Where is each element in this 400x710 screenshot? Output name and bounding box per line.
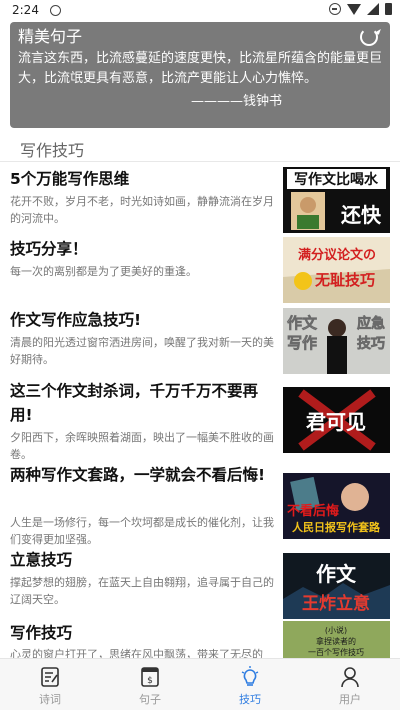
article-thumbnail: 写作文比喝水 还快 <box>283 167 390 233</box>
nav-item-poems[interactable]: 诗词 <box>0 659 100 710</box>
nav-item-tips[interactable]: 技巧 <box>200 659 300 710</box>
signal-icon <box>367 3 379 15</box>
article-title: 技巧分享！ <box>10 240 88 258</box>
article-item[interactable]: 写作技巧 心灵的窗户打开了，思绪在风中飘荡，带来了无尽的 (小说) 拿捏读者的 … <box>10 621 390 658</box>
article-thumbnail: 不看后悔 人民日报写作套路 <box>283 473 390 539</box>
svg-text:拿捏读者的: 拿捏读者的 <box>316 636 356 646</box>
user-icon <box>341 667 359 688</box>
svg-text:不看后悔: 不看后悔 <box>287 503 339 519</box>
article-title: 5个万能写作思维 <box>10 170 130 188</box>
divider <box>0 161 400 162</box>
svg-text:应急: 应急 <box>357 315 385 332</box>
article-title: 两种写作文套路，一学就会不看后悔! <box>10 466 266 484</box>
svg-text:王炸立意: 王炸立意 <box>302 593 370 614</box>
refresh-icon[interactable] <box>360 28 378 46</box>
svg-text:人民日报写作套路: 人民日报写作套路 <box>292 520 381 534</box>
article-desc: 清晨的阳光透过窗帘洒进房间，唤醒了我对新一天的美好期待。 <box>10 336 274 366</box>
nav-label: 诗词 <box>39 693 61 706</box>
article-desc: 人生是一场修行，每一个坎坷都是成长的催化剂，让我们变得更加坚强。 <box>10 516 274 546</box>
article-thumbnail: 君可见 <box>283 387 390 453</box>
article-thumbnail: 作文 王炸立意 <box>283 553 390 619</box>
quote-text: 流言这东西，比流感蔓延的速度更快，比流星所蕴含的能量更巨大，比流氓更具有恶意，比… <box>18 51 383 86</box>
section-title: 写作技巧 <box>20 141 85 160</box>
nav-label: 技巧 <box>239 693 261 706</box>
status-bar: 2:24 <box>0 0 400 22</box>
poem-icon <box>41 667 59 687</box>
svg-text:满分议论文の: 满分议论文の <box>298 247 376 263</box>
article-item[interactable]: 两种写作文套路，一学就会不看后悔! 人生是一场修行，每一个坎坷都是成长的催化剂，… <box>10 463 390 547</box>
article-title: 写作技巧 <box>10 624 73 642</box>
article-desc: 撑起梦想的翅膀，在蓝天上自由翱翔，追寻属于自己的辽阔天空。 <box>10 576 274 606</box>
article-thumbnail: 作文 写作 应急 技巧 <box>283 308 390 374</box>
svg-text:作文: 作文 <box>316 562 357 586</box>
quote-card: 精美句子 流言这东西，比流感蔓延的速度更快，比流星所蕴含的能量更巨大，比流氓更具… <box>10 22 390 128</box>
article-desc: 每一次的离别都是为了更美好的重逢。 <box>10 265 197 278</box>
quote-title: 精美句子 <box>18 27 83 46</box>
svg-text:君可见: 君可见 <box>306 410 366 434</box>
article-item[interactable]: 5个万能写作思维 花开不败，岁月不老，时光如诗如画，静静流淌在岁月的河流中。 写… <box>10 167 390 233</box>
sentence-icon: $ <box>141 667 159 687</box>
article-item[interactable]: 这三个作文封杀词，千万千万不要再用! 夕阳西下，余晖映照着湖面，映出了一幅美不胜… <box>10 379 390 463</box>
article-title: 这三个作文封杀词，千万千万不要再用! <box>10 382 259 424</box>
article-title: 作文写作应急技巧! <box>10 311 142 329</box>
article-thumbnail: (小说) 拿捏读者的 一百个写作技巧 <box>283 621 390 658</box>
article-item[interactable]: 立意技巧 撑起梦想的翅膀，在蓝天上自由翱翔，追寻属于自己的辽阔天空。 作文 王炸… <box>10 548 390 619</box>
nav-item-user[interactable]: 用户 <box>300 659 400 710</box>
svg-text:无耻技巧: 无耻技巧 <box>314 271 375 289</box>
svg-text:写作: 写作 <box>287 334 317 352</box>
svg-text:(小说): (小说) <box>325 625 347 635</box>
status-icons <box>329 3 392 15</box>
nav-item-sentences[interactable]: $ 句子 <box>100 659 200 710</box>
dnd-icon <box>329 3 341 15</box>
quote-author: ————钱钟书 <box>190 94 282 109</box>
nav-label: 用户 <box>339 693 361 706</box>
nav-label: 句子 <box>139 693 161 706</box>
svg-text:写作文比喝水: 写作文比喝水 <box>294 171 379 188</box>
status-time: 2:24 <box>12 3 39 17</box>
bulb-icon <box>241 666 259 686</box>
article-desc: 心灵的窗户打开了，思绪在风中飘荡，带来了无尽的 <box>10 648 263 658</box>
article-item[interactable]: 作文写作应急技巧! 清晨的阳光透过窗帘洒进房间，唤醒了我对新一天的美好期待。 作… <box>10 308 390 378</box>
article-title: 立意技巧 <box>10 551 73 569</box>
svg-text:一百个写作技巧: 一百个写作技巧 <box>308 647 364 657</box>
bottom-nav: 诗词 $ 句子 技巧 用户 <box>0 658 400 710</box>
svg-text:技巧: 技巧 <box>357 335 385 352</box>
svg-text:还快: 还快 <box>340 203 382 227</box>
article-desc: 夕阳西下，余晖映照着湖面，映出了一幅美不胜收的画卷。 <box>10 431 274 461</box>
notification-icon <box>50 5 61 16</box>
article-item[interactable]: 技巧分享！ 每一次的离别都是为了更美好的重逢。 满分议论文の 无耻技巧 <box>10 237 390 303</box>
svg-text:作文: 作文 <box>287 314 318 332</box>
svg-text:$: $ <box>147 676 153 686</box>
article-desc: 花开不败，岁月不老，时光如诗如画，静静流淌在岁月的河流中。 <box>10 195 274 225</box>
wifi-icon <box>347 3 361 15</box>
battery-icon <box>385 3 392 15</box>
article-thumbnail: 满分议论文の 无耻技巧 <box>283 237 390 303</box>
